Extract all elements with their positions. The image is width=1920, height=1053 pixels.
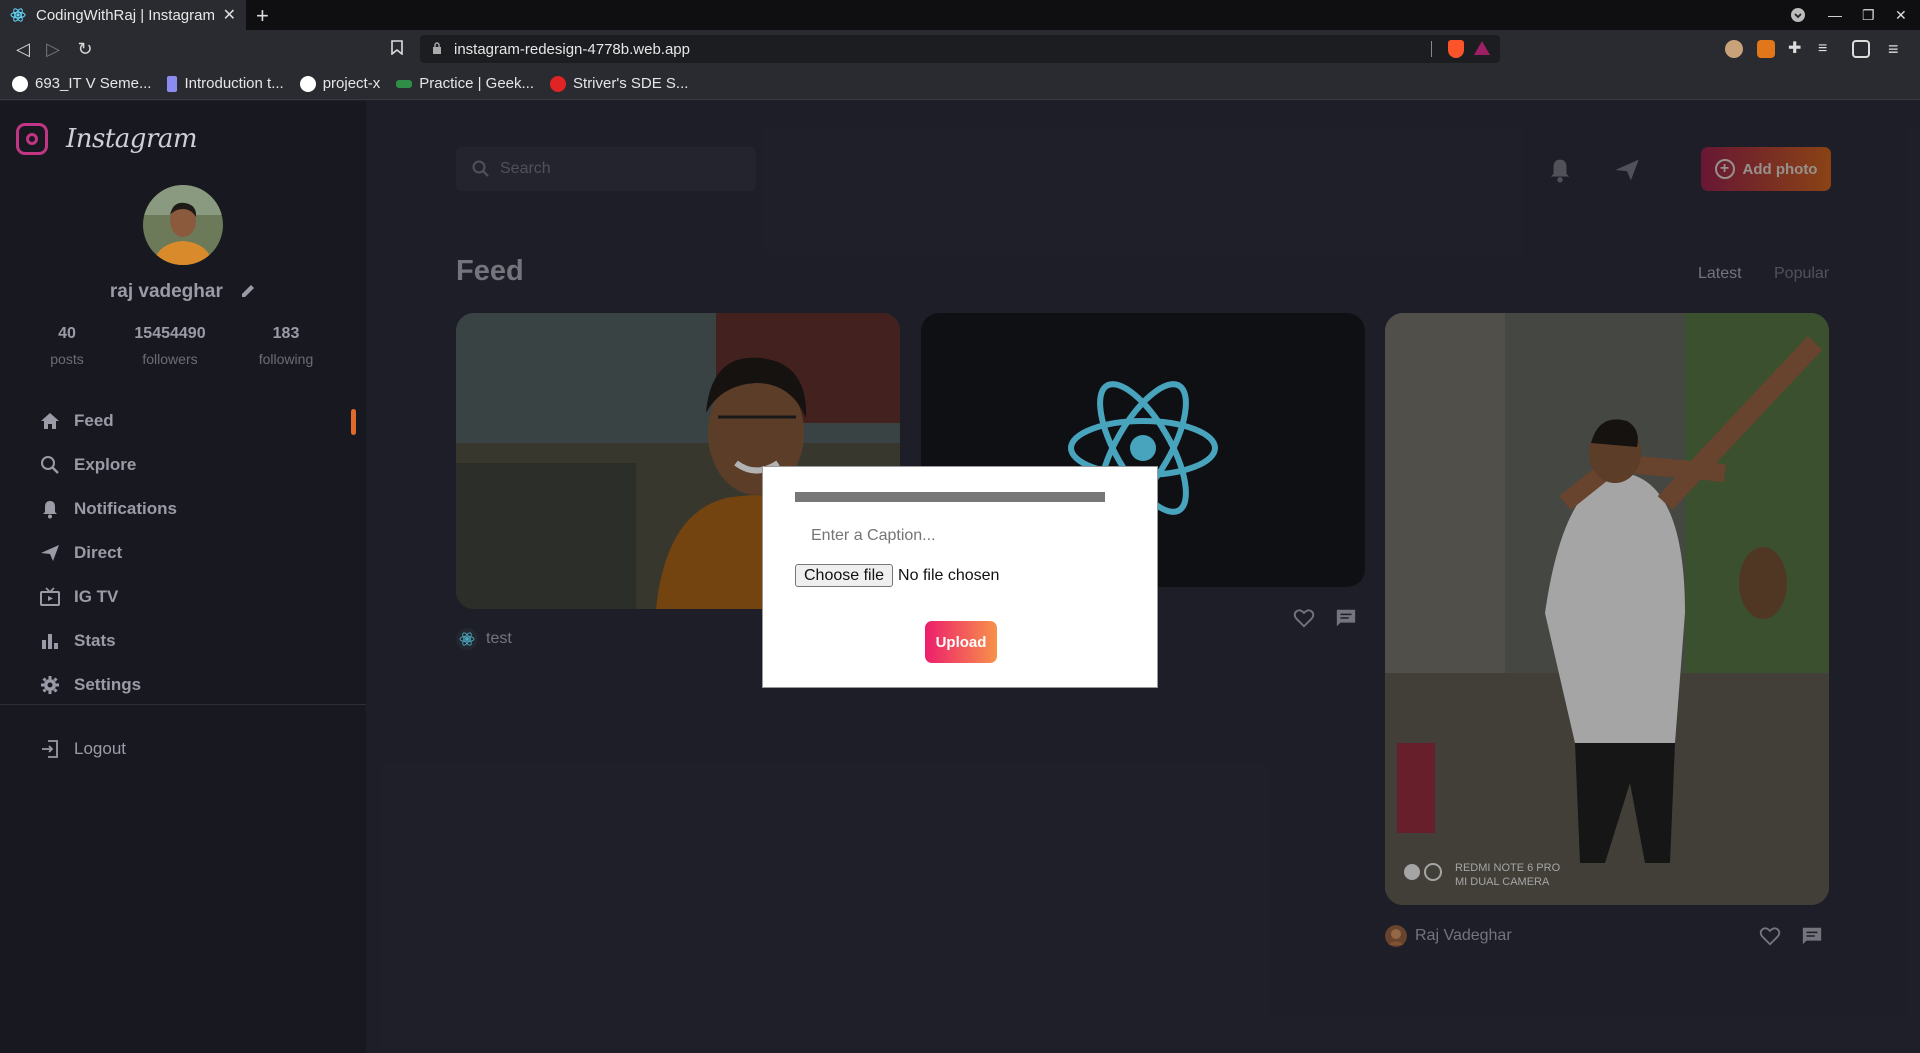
logout-icon bbox=[42, 740, 58, 758]
bookmark-favicon-icon bbox=[12, 75, 28, 92]
profile-avatar[interactable] bbox=[143, 185, 223, 265]
metamask-icon[interactable] bbox=[1757, 40, 1775, 58]
sidebar-item-igtv[interactable]: IG TV bbox=[0, 575, 366, 619]
sidebar-item-feed[interactable]: Feed bbox=[0, 399, 366, 443]
new-tab-icon[interactable]: + bbox=[256, 3, 269, 29]
takeuforward-icon bbox=[550, 75, 567, 92]
logout-button[interactable]: Logout bbox=[0, 727, 126, 771]
bookmark-item[interactable]: project-x bbox=[299, 75, 380, 92]
profile-username: raj vadeghar bbox=[0, 281, 366, 303]
tv-icon bbox=[40, 587, 60, 606]
extension-icon[interactable] bbox=[1725, 40, 1743, 58]
maximize-icon[interactable]: ❐ bbox=[1862, 0, 1875, 30]
stat-posts: 40 posts bbox=[50, 325, 84, 367]
media-queue-icon[interactable]: ≡ bbox=[1818, 40, 1836, 58]
browser-tab[interactable]: CodingWithRaj | Instagram ✕ bbox=[0, 0, 246, 30]
instagram-logo-icon bbox=[16, 123, 48, 155]
upload-modal: Choose file No file chosen Upload bbox=[762, 466, 1158, 688]
url-text: instagram-redesign-4778b.web.app bbox=[454, 40, 690, 58]
edit-pencil-icon[interactable] bbox=[240, 283, 256, 299]
sidebar-item-direct[interactable]: Direct bbox=[0, 531, 366, 575]
file-status: No file chosen bbox=[898, 566, 1000, 584]
forward-icon[interactable]: ▷ bbox=[42, 38, 64, 60]
bookmark-icon[interactable] bbox=[386, 38, 408, 60]
sidebar: Instagram raj vadeghar 40 posts 15454490… bbox=[0, 101, 366, 1053]
geeksforgeeks-icon bbox=[396, 79, 413, 88]
upload-button[interactable]: Upload bbox=[925, 621, 997, 663]
reload-icon[interactable]: ↻ bbox=[74, 38, 96, 60]
lock-icon bbox=[433, 42, 441, 54]
brave-rewards-icon[interactable] bbox=[1474, 41, 1490, 55]
stat-following: 183 following bbox=[258, 325, 314, 367]
choose-file-button[interactable]: Choose file bbox=[795, 564, 894, 587]
bar-chart-icon bbox=[42, 634, 58, 649]
bookmarks-bar: 693_IT V Seme... Introduction t... proje… bbox=[0, 68, 1920, 100]
menu-icon[interactable]: ≡ bbox=[1888, 40, 1906, 58]
search-icon bbox=[41, 456, 59, 474]
sidebar-item-settings[interactable]: Settings bbox=[0, 663, 366, 707]
caption-input[interactable] bbox=[795, 521, 1115, 551]
sidebar-item-stats[interactable]: Stats bbox=[0, 619, 366, 663]
back-icon[interactable]: ◁ bbox=[12, 38, 34, 60]
home-icon bbox=[41, 413, 59, 429]
file-picker: Choose file No file chosen bbox=[795, 564, 999, 587]
window-close-icon[interactable]: ✕ bbox=[1895, 0, 1907, 30]
github-icon bbox=[299, 75, 316, 92]
extensions-puzzle-icon[interactable]: ✚ bbox=[1788, 40, 1806, 58]
bookmark-item[interactable]: Introduction t... bbox=[167, 75, 284, 92]
gear-icon bbox=[41, 676, 59, 694]
stat-followers: 15454490 followers bbox=[134, 325, 206, 367]
minimize-icon[interactable]: — bbox=[1828, 0, 1842, 30]
tab-close-icon[interactable]: ✕ bbox=[223, 5, 236, 25]
url-separator bbox=[1431, 41, 1432, 57]
bookmark-item[interactable]: 693_IT V Seme... bbox=[12, 75, 151, 92]
brand-logo[interactable]: Instagram bbox=[16, 123, 198, 155]
profile-icon[interactable] bbox=[1790, 0, 1806, 30]
bell-icon bbox=[43, 501, 57, 519]
browser-tab-bar: CodingWithRaj | Instagram ✕ + — ❐ ✕ bbox=[0, 0, 1920, 30]
sidebar-nav: Feed Explore Notifications Direct IG TV bbox=[0, 399, 366, 707]
browser-toolbar: ◁ ▷ ↻ instagram-redesign-4778b.web.app ✚… bbox=[0, 30, 1920, 68]
upload-progress-bar bbox=[795, 492, 1105, 502]
sidebar-item-notifications[interactable]: Notifications bbox=[0, 487, 366, 531]
brave-shield-icon[interactable] bbox=[1448, 40, 1464, 58]
react-favicon-icon bbox=[10, 8, 26, 22]
ethereum-icon bbox=[167, 75, 178, 92]
wallet-icon[interactable] bbox=[1852, 40, 1870, 58]
sidebar-item-explore[interactable]: Explore bbox=[0, 443, 366, 487]
bookmark-item[interactable]: Practice | Geek... bbox=[396, 75, 534, 92]
send-icon bbox=[41, 545, 59, 561]
tab-title: CodingWithRaj | Instagram bbox=[36, 6, 215, 24]
address-bar[interactable]: instagram-redesign-4778b.web.app bbox=[420, 35, 1500, 63]
brand-name: Instagram bbox=[66, 124, 198, 154]
active-indicator bbox=[351, 409, 356, 435]
bookmark-item[interactable]: Striver's SDE S... bbox=[550, 75, 688, 92]
sidebar-divider bbox=[0, 704, 366, 705]
